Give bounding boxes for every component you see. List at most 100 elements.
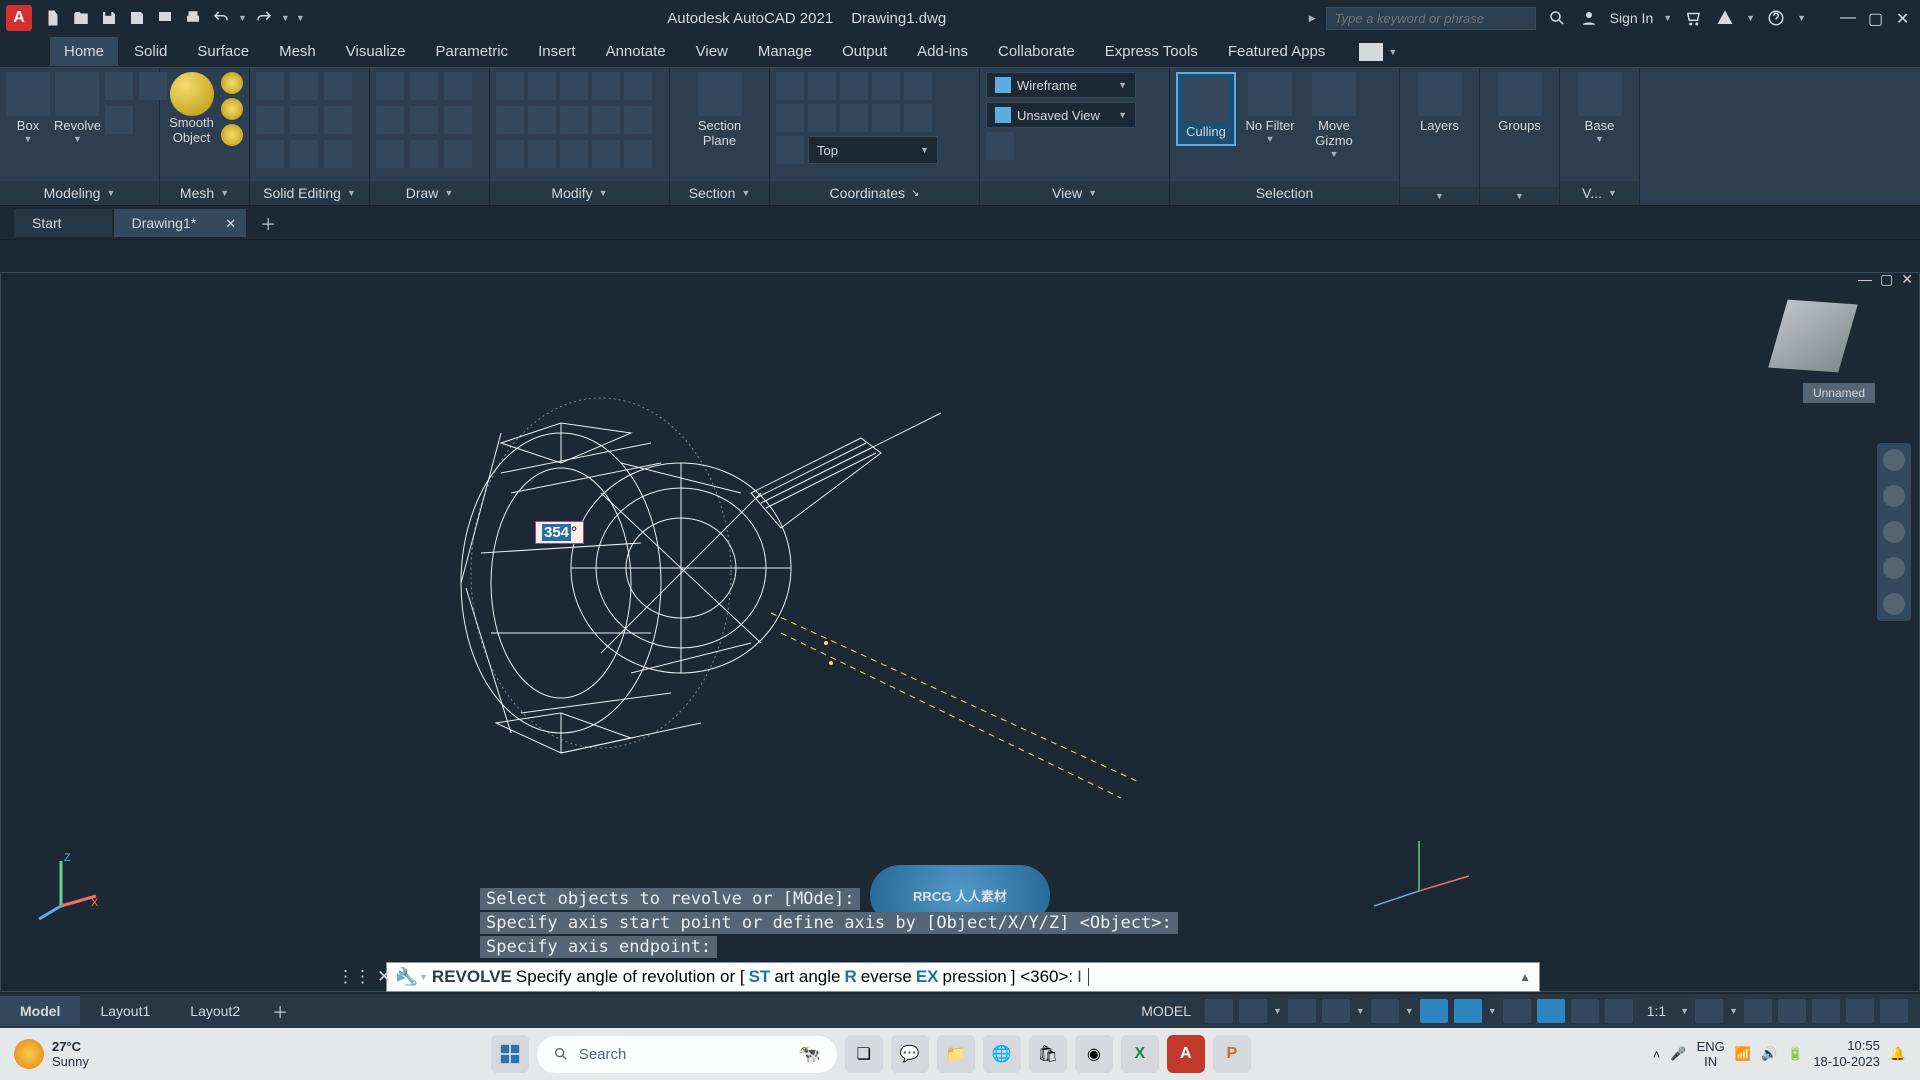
minimize-icon[interactable]: — (1840, 9, 1858, 27)
app-logo[interactable]: A (6, 5, 32, 31)
slice-icon[interactable] (256, 106, 284, 134)
vp-close-icon[interactable]: ✕ (1901, 271, 1913, 288)
erase-icon[interactable] (528, 140, 556, 168)
rectangle-icon[interactable] (410, 106, 438, 134)
help-dropdown-icon[interactable]: ▼ (1797, 13, 1806, 23)
tab-manage[interactable]: Manage (744, 37, 826, 66)
infocenter-arrow-icon[interactable]: ▶ (1309, 13, 1316, 24)
ucs-icon-btn[interactable] (776, 72, 804, 100)
tray-chevron-icon[interactable]: ˄ (1653, 1047, 1661, 1062)
named-ucs-dropdown[interactable]: Top▼ (808, 136, 938, 164)
cmdline-wrench-icon[interactable]: 🔧 (397, 967, 418, 987)
search-icon[interactable] (1546, 7, 1568, 29)
extend-icon[interactable] (592, 106, 620, 134)
polysolid-icon[interactable] (105, 72, 133, 100)
move-gizmo-button[interactable]: Move Gizmo▼ (1304, 72, 1364, 159)
tab-output[interactable]: Output (828, 37, 901, 66)
polyline-icon[interactable] (410, 72, 438, 100)
snap-icon[interactable] (1239, 999, 1267, 1023)
pan-icon[interactable] (1883, 485, 1905, 507)
cmdline-expand-icon[interactable]: ▲ (1519, 970, 1531, 984)
base-button[interactable]: Base▼ (1570, 72, 1630, 144)
isodraft-icon[interactable] (1371, 999, 1399, 1023)
culling-button[interactable]: Culling (1176, 72, 1236, 146)
presspull-icon[interactable] (105, 106, 133, 134)
ortho-icon[interactable] (1288, 999, 1316, 1023)
groups-button[interactable]: Groups (1490, 72, 1550, 134)
fillet-icon[interactable] (624, 106, 652, 134)
qat-new-icon[interactable] (42, 7, 64, 29)
viewcube-ucs-label[interactable]: Unnamed (1803, 383, 1875, 403)
qat-save-icon[interactable] (98, 7, 120, 29)
model-tab[interactable]: Model (0, 996, 80, 1026)
tab-featuredapps[interactable]: Featured Apps (1214, 37, 1340, 66)
tab-view[interactable]: View (682, 37, 742, 66)
qat-webmobile-icon[interactable] (154, 7, 176, 29)
rotate-icon[interactable] (592, 72, 620, 100)
infocenter-search[interactable] (1326, 7, 1536, 30)
battery-icon[interactable]: 🔋 (1787, 1046, 1803, 1062)
tab-drawing1[interactable]: Drawing1*✕ (114, 209, 247, 237)
tab-addins[interactable]: Add-ins (903, 37, 982, 66)
snap-dd-icon[interactable]: ▼ (1273, 1006, 1282, 1016)
qat-redo-icon[interactable] (253, 7, 275, 29)
mesh-more-icon[interactable] (221, 72, 243, 94)
cart-icon[interactable] (1682, 7, 1704, 29)
tray-mic-icon[interactable]: 🎤 (1670, 1046, 1686, 1062)
mesh-refine-icon[interactable] (221, 124, 243, 146)
tab-home[interactable]: Home (50, 37, 118, 66)
customize-icon[interactable] (1778, 999, 1806, 1023)
tab-insert[interactable]: Insert (524, 37, 590, 66)
help-icon[interactable] (1765, 7, 1787, 29)
ucs-face-icon[interactable] (872, 104, 900, 132)
powerpoint-icon[interactable]: P (1213, 1035, 1251, 1073)
grid-icon[interactable] (1205, 999, 1233, 1023)
clean-icon[interactable] (1880, 999, 1908, 1023)
explode-icon[interactable] (560, 140, 588, 168)
redo-dropdown-icon[interactable]: ▼ (281, 13, 290, 23)
restore-icon[interactable]: ▢ (1868, 9, 1886, 27)
cmdline-recent-icon[interactable]: ▼ (419, 972, 428, 982)
tab-annotate[interactable]: Annotate (592, 37, 680, 66)
autodesk-app-icon[interactable] (1714, 7, 1736, 29)
extract-edges-icon[interactable] (256, 140, 284, 168)
cmdline-drag-icon[interactable]: ⋮⋮ (337, 967, 371, 987)
tab-collaborate[interactable]: Collaborate (984, 37, 1089, 66)
ucs-prev-icon[interactable] (904, 104, 932, 132)
status-model[interactable]: MODEL (1133, 1003, 1199, 1019)
revolve-button[interactable]: Revolve▼ (54, 72, 101, 144)
isolate-icon[interactable] (1812, 999, 1840, 1023)
tab-parametric[interactable]: Parametric (422, 37, 523, 66)
polar-icon[interactable] (1322, 999, 1350, 1023)
close-icon[interactable]: ✕ (1896, 9, 1914, 27)
command-line[interactable]: ⋮⋮ ✕ 🔧 ▸_▼ REVOLVE Specify angle of revo… (386, 962, 1540, 992)
autocad-taskbar-icon[interactable]: A (1167, 1035, 1205, 1073)
steering-wheel-icon[interactable] (1883, 449, 1905, 471)
lineweight-icon[interactable] (1503, 999, 1531, 1023)
zoom-icon[interactable] (1883, 521, 1905, 543)
lang-label[interactable]: ENG (1697, 1039, 1725, 1054)
gear-icon[interactable] (1695, 999, 1723, 1023)
intersect-icon[interactable] (324, 72, 352, 100)
ucs-origin-icon[interactable] (808, 104, 836, 132)
signin-label[interactable]: Sign In (1610, 10, 1654, 26)
ucs-x-icon[interactable] (840, 72, 868, 100)
ellipse-icon[interactable] (376, 140, 404, 168)
fillet-edge-icon[interactable] (324, 140, 352, 168)
app-dropdown-icon[interactable]: ▼ (1746, 13, 1755, 23)
tab-visualize[interactable]: Visualize (332, 37, 420, 66)
3dosnap-icon[interactable] (1454, 999, 1482, 1023)
visual-style-dropdown[interactable]: Wireframe▼ (986, 72, 1136, 98)
qat-saveas-icon[interactable] (126, 7, 148, 29)
layers-button[interactable]: Layers (1410, 72, 1470, 134)
chat-icon[interactable]: 💬 (891, 1035, 929, 1073)
vp-max-icon[interactable]: ▢ (1880, 271, 1893, 288)
line-icon[interactable] (376, 72, 404, 100)
layout1-tab[interactable]: Layout1 (80, 996, 170, 1026)
3dmove-icon[interactable] (528, 72, 556, 100)
ucs-named-icon[interactable] (776, 136, 804, 164)
layout-add-icon[interactable]: ＋ (260, 993, 300, 1029)
scale-icon[interactable] (496, 106, 524, 134)
chamfer-icon[interactable] (496, 140, 524, 168)
volume-icon[interactable]: 🔊 (1761, 1046, 1777, 1062)
